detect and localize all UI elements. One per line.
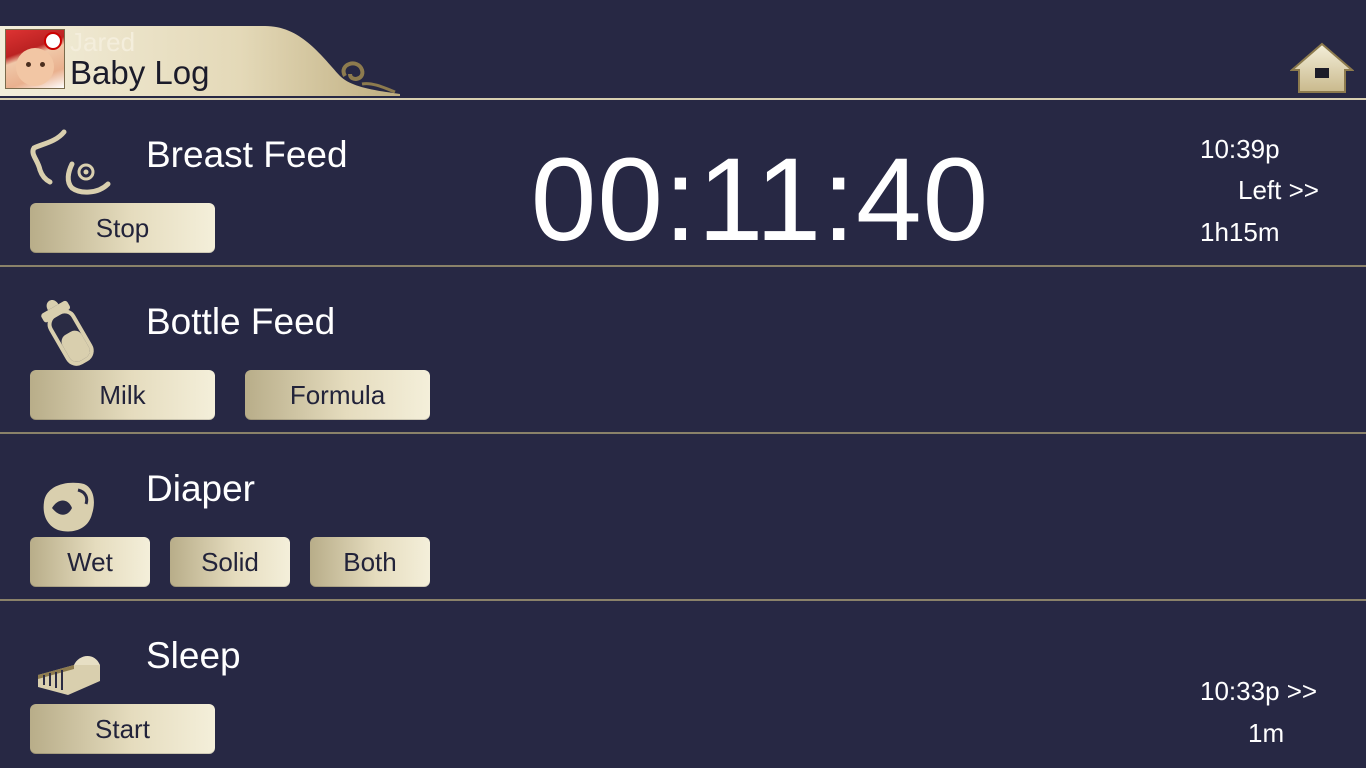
baby-avatar[interactable] bbox=[5, 29, 65, 89]
baby-name: Jared bbox=[70, 27, 136, 57]
sleep-start-button[interactable]: Start bbox=[30, 704, 215, 754]
sleep-duration: 1m bbox=[1248, 718, 1285, 748]
milk-button[interactable]: Milk bbox=[30, 370, 215, 420]
avatar-face bbox=[16, 48, 54, 86]
sleep-section: Sleep Start 10:33p >> 1m bbox=[0, 601, 1366, 768]
breast-feed-interval: 1h15m bbox=[1200, 217, 1280, 247]
diaper-icon bbox=[43, 482, 94, 532]
sleep-last-time-link[interactable]: 10:33p >> bbox=[1200, 676, 1317, 706]
diaper-section: Diaper Wet Solid Both bbox=[0, 434, 1366, 601]
formula-button[interactable]: Formula bbox=[245, 370, 430, 420]
sleep-title: Sleep bbox=[146, 635, 241, 676]
breast-feed-section: Breast Feed Stop 00:11:40 10:39p Left >>… bbox=[0, 100, 1366, 267]
bottle-feed-title: Bottle Feed bbox=[146, 301, 336, 342]
both-button[interactable]: Both bbox=[310, 537, 430, 587]
app-header: Jared Baby Log bbox=[0, 0, 1366, 100]
home-icon[interactable] bbox=[1290, 42, 1354, 94]
breast-feed-icon bbox=[30, 129, 111, 195]
breast-side-link[interactable]: Left >> bbox=[1238, 175, 1319, 205]
avatar-eye bbox=[40, 62, 45, 67]
app-title: Baby Log bbox=[70, 54, 210, 91]
solid-button[interactable]: Solid bbox=[170, 537, 290, 587]
bottle-feed-section: Bottle Feed Milk Formula bbox=[0, 267, 1366, 434]
diaper-title: Diaper bbox=[146, 468, 255, 509]
breast-feed-last-time: 10:39p bbox=[1200, 134, 1280, 164]
stop-button[interactable]: Stop bbox=[30, 203, 215, 253]
wet-button[interactable]: Wet bbox=[30, 537, 150, 587]
bottle-icon bbox=[41, 300, 94, 366]
feed-timer: 00:11:40 bbox=[530, 134, 990, 266]
avatar-eye bbox=[26, 62, 31, 67]
no-sign-icon bbox=[44, 32, 62, 50]
crib-icon bbox=[38, 655, 100, 695]
breast-feed-title: Breast Feed bbox=[146, 134, 348, 175]
